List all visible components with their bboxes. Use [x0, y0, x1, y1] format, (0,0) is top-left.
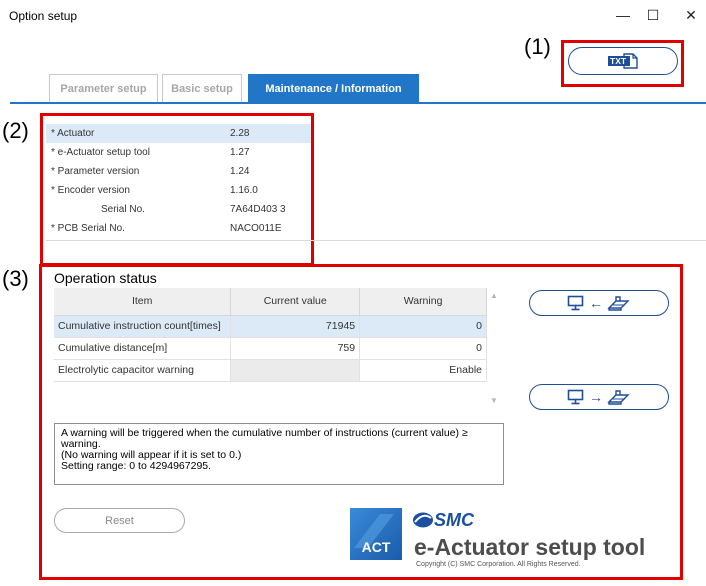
info-label: Serial No.: [101, 204, 145, 215]
info-label: * e-Actuator setup tool: [51, 147, 150, 158]
grid-header-row: Item Current value Warning: [54, 288, 487, 316]
txt-file-icon: TXT: [606, 53, 640, 69]
info-label: * Actuator: [51, 128, 95, 139]
info-value: 1.24: [230, 166, 250, 177]
pc-monitor-icon: [567, 295, 584, 311]
info-row-encoder-version: * Encoder version 1.16.0: [46, 181, 311, 200]
info-row-pcb-serial-no: * PCB Serial No. NACO011E: [46, 219, 311, 238]
smc-swoosh-icon: [413, 512, 433, 528]
tab-underline: [10, 102, 706, 104]
tab-maintenance-information[interactable]: Maintenance / Information: [248, 74, 419, 103]
cell-warning[interactable]: Enable: [359, 359, 487, 382]
cell-warning[interactable]: 0: [359, 315, 487, 338]
close-button[interactable]: ✕: [676, 4, 706, 26]
message-line: A warning will be triggered when the cum…: [61, 427, 468, 439]
info-label: * PCB Serial No.: [51, 223, 125, 234]
divider: [46, 240, 706, 241]
copyright-text: Copyright (C) SMC Corporation. All Right…: [416, 561, 581, 568]
cell-item[interactable]: Cumulative instruction count[times]: [54, 315, 232, 338]
callout-1: (1): [524, 34, 551, 59]
cell-current-value: [230, 359, 361, 382]
info-row-actuator: * Actuator 2.28: [46, 124, 311, 143]
info-value: 2.28: [230, 128, 250, 139]
message-line: Setting range: 0 to 4294967295.: [61, 460, 212, 472]
info-row-setup-tool: * e-Actuator setup tool 1.27: [46, 143, 311, 162]
txt-icon-label: TXT: [610, 56, 627, 66]
callout-2: (2): [2, 118, 29, 143]
cell-warning[interactable]: 0: [359, 337, 487, 360]
info-value: 1.27: [230, 147, 250, 158]
export-txt-button[interactable]: TXT: [568, 47, 678, 75]
act-logo: ACT: [350, 508, 402, 560]
scroll-up-icon[interactable]: ▲: [490, 291, 498, 300]
callout-3: (3): [2, 266, 29, 291]
tab-parameter-setup[interactable]: Parameter setup: [49, 74, 158, 103]
column-header-warning[interactable]: Warning: [359, 288, 487, 316]
grid-scrollbar[interactable]: ▲ ▼: [488, 288, 502, 410]
operation-status-title: Operation status: [54, 270, 157, 286]
scroll-down-icon[interactable]: ▼: [490, 396, 498, 405]
table-row[interactable]: Cumulative distance[m] 759 0: [54, 337, 487, 360]
cell-current-value[interactable]: 71945: [230, 315, 361, 338]
cell-item[interactable]: Cumulative distance[m]: [54, 337, 232, 360]
act-logo-text: ACT: [362, 539, 391, 555]
window-title: Option setup: [9, 9, 78, 23]
pc-monitor-icon: [567, 389, 584, 405]
arrow-right-icon: →: [589, 389, 603, 405]
table-row[interactable]: Cumulative instruction count[times] 7194…: [54, 315, 487, 338]
maximize-button[interactable]: ☐: [638, 4, 668, 26]
minimize-button[interactable]: —: [608, 4, 638, 26]
info-label: * Encoder version: [51, 185, 130, 196]
info-value: NACO011E: [230, 223, 282, 234]
read-from-actuator-button[interactable]: ←: [529, 290, 669, 316]
title-bar: Option setup — ☐ ✕: [0, 0, 706, 32]
warning-description-box: A warning will be triggered when the cum…: [54, 423, 504, 485]
arrow-left-icon: ←: [589, 295, 603, 311]
table-row[interactable]: Electrolytic capacitor warning Enable: [54, 359, 487, 382]
operation-status-grid: Item Current value Warning Cumulative in…: [54, 288, 487, 382]
info-label: * Parameter version: [51, 166, 140, 177]
info-row-parameter-version: * Parameter version 1.24: [46, 162, 311, 181]
smc-logo-text: SMC: [434, 510, 474, 530]
reset-button[interactable]: Reset: [54, 508, 185, 533]
column-header-item[interactable]: Item: [54, 288, 232, 316]
tab-basic-setup[interactable]: Basic setup: [162, 74, 242, 103]
column-header-current-value[interactable]: Current value: [230, 288, 361, 316]
info-value: 1.16.0: [230, 185, 258, 196]
info-row-serial-no: Serial No. 7A64D403 3: [46, 200, 311, 219]
actuator-icon: [607, 390, 630, 405]
actuator-icon: [607, 296, 630, 311]
cell-current-value[interactable]: 759: [230, 337, 361, 360]
cell-item[interactable]: Electrolytic capacitor warning: [54, 359, 232, 382]
write-to-actuator-button[interactable]: →: [529, 384, 669, 410]
smc-logo: SMC: [412, 510, 492, 530]
info-value: 7A64D403 3: [230, 204, 286, 215]
product-title: e-Actuator setup tool: [414, 534, 646, 560]
